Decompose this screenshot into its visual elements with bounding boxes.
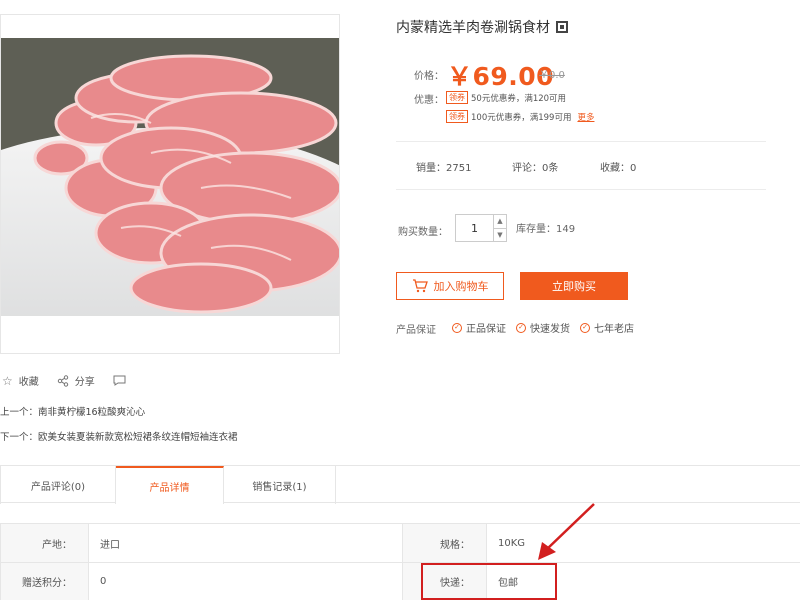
product-title-text: 内蒙精选羊肉卷涮锅食材 — [396, 20, 550, 36]
qr-code-icon[interactable] — [556, 21, 568, 33]
product-image — [1, 38, 339, 316]
quantity-label: 购买数量： — [398, 227, 448, 238]
spec-value: 0 — [100, 576, 107, 587]
share-icon — [57, 374, 68, 387]
annotation-arrow-icon — [538, 503, 595, 560]
spec-table: 产地： 进口 规格： 10KG 赠送积分： 0 快递： 包邮 — [0, 523, 800, 600]
check-icon: ✓ — [516, 322, 526, 333]
tab-reviews[interactable]: 产品评论(0) — [0, 466, 116, 504]
next-product-link[interactable]: 下一个：欧美女装夏装新款宽松短裙条纹连帽短袖连衣裙 — [0, 429, 238, 443]
coupon-row[interactable]: 领券 100元优惠券，满199可用 更多 — [446, 110, 594, 123]
share-label: 分享 — [74, 377, 95, 388]
favorite-count: 收藏：0 — [600, 163, 637, 174]
coupon-text: 50元优惠券，满120可用 — [471, 93, 567, 104]
tab-bar: 产品评论(0) 产品详情 销售记录(1) — [0, 465, 800, 504]
coupon-row[interactable]: 领券 50元优惠券，满120可用 — [446, 91, 566, 104]
guarantee-text: 正品保证 — [466, 324, 506, 335]
guarantee-text: 快速发货 — [530, 324, 570, 335]
tab-sales-records[interactable]: 销售记录(1) — [224, 466, 336, 504]
quantity-stepper[interactable]: 1 ▲ ▼ — [455, 214, 507, 242]
annotation-highlight-box — [421, 563, 557, 600]
spec-key: 赠送积分： — [1, 563, 89, 600]
social-actions: ☆ 收藏 分享 — [2, 373, 126, 388]
guarantee-item: ✓ 七年老店 — [580, 320, 634, 335]
comment-icon — [113, 375, 126, 386]
review-count: 评论：0条 — [512, 163, 559, 174]
spec-value: 进口 — [100, 539, 120, 551]
coupon-more-link[interactable]: 更多 — [577, 111, 594, 123]
divider — [396, 141, 766, 142]
check-icon: ✓ — [452, 322, 462, 333]
star-icon: ☆ — [2, 373, 13, 388]
divider — [396, 189, 766, 190]
quantity-input[interactable]: 1 — [456, 215, 494, 241]
coupon-text: 100元优惠券，满199可用 — [471, 112, 572, 123]
add-to-cart-label: 加入购物车 — [433, 280, 489, 293]
original-price: ￥0.0 — [539, 70, 565, 81]
coupon-tag[interactable]: 领券 — [446, 91, 468, 104]
guarantee-item: ✓ 快速发货 — [516, 320, 570, 335]
quantity-down-icon[interactable]: ▼ — [494, 229, 506, 242]
sales-count: 销量：2751 — [416, 163, 472, 174]
spec-key: 规格： — [403, 524, 487, 562]
spec-key: 产地： — [1, 524, 89, 562]
prev-product-link[interactable]: 上一个：南非黄柠檬16粒酸爽沁心 — [0, 404, 145, 418]
buy-now-button[interactable]: 立即购买 — [520, 272, 628, 300]
favorite-label: 收藏 — [18, 377, 39, 388]
guarantee-item: ✓ 正品保证 — [452, 320, 506, 335]
stock: 库存量：149 — [516, 224, 576, 235]
guarantee-text: 七年老店 — [594, 324, 634, 335]
quantity-up-icon[interactable]: ▲ — [494, 215, 506, 229]
comment-button[interactable] — [113, 375, 126, 386]
guarantee-label: 产品保证 — [396, 325, 436, 336]
coupon-tag[interactable]: 领券 — [446, 110, 468, 123]
favorite-button[interactable]: ☆ 收藏 — [2, 373, 39, 389]
tab-details[interactable]: 产品详情 — [116, 466, 224, 504]
price-label: 价格： — [414, 71, 444, 82]
check-icon: ✓ — [580, 322, 590, 333]
product-title: 内蒙精选羊肉卷涮锅食材 — [396, 17, 568, 37]
share-button[interactable]: 分享 — [57, 373, 95, 388]
add-to-cart-button[interactable]: 加入购物车 — [396, 272, 504, 300]
cart-icon — [412, 279, 428, 293]
coupon-label: 优惠： — [414, 95, 444, 106]
